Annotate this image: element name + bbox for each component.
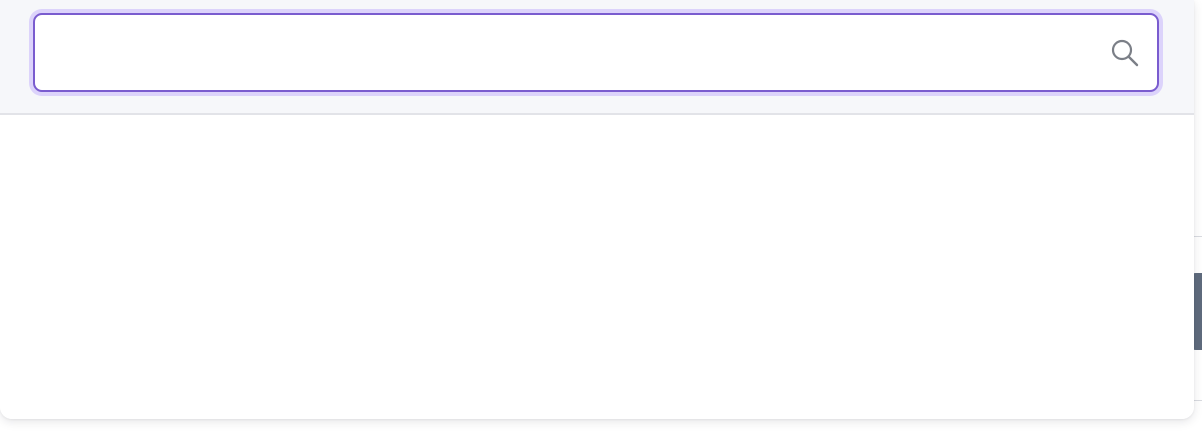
search-header — [0, 0, 1194, 115]
search-input[interactable] — [51, 15, 1091, 90]
search-icon[interactable] — [1109, 37, 1141, 69]
search-field[interactable] — [33, 13, 1159, 92]
search-results — [0, 115, 1194, 419]
search-popover — [0, 0, 1194, 419]
